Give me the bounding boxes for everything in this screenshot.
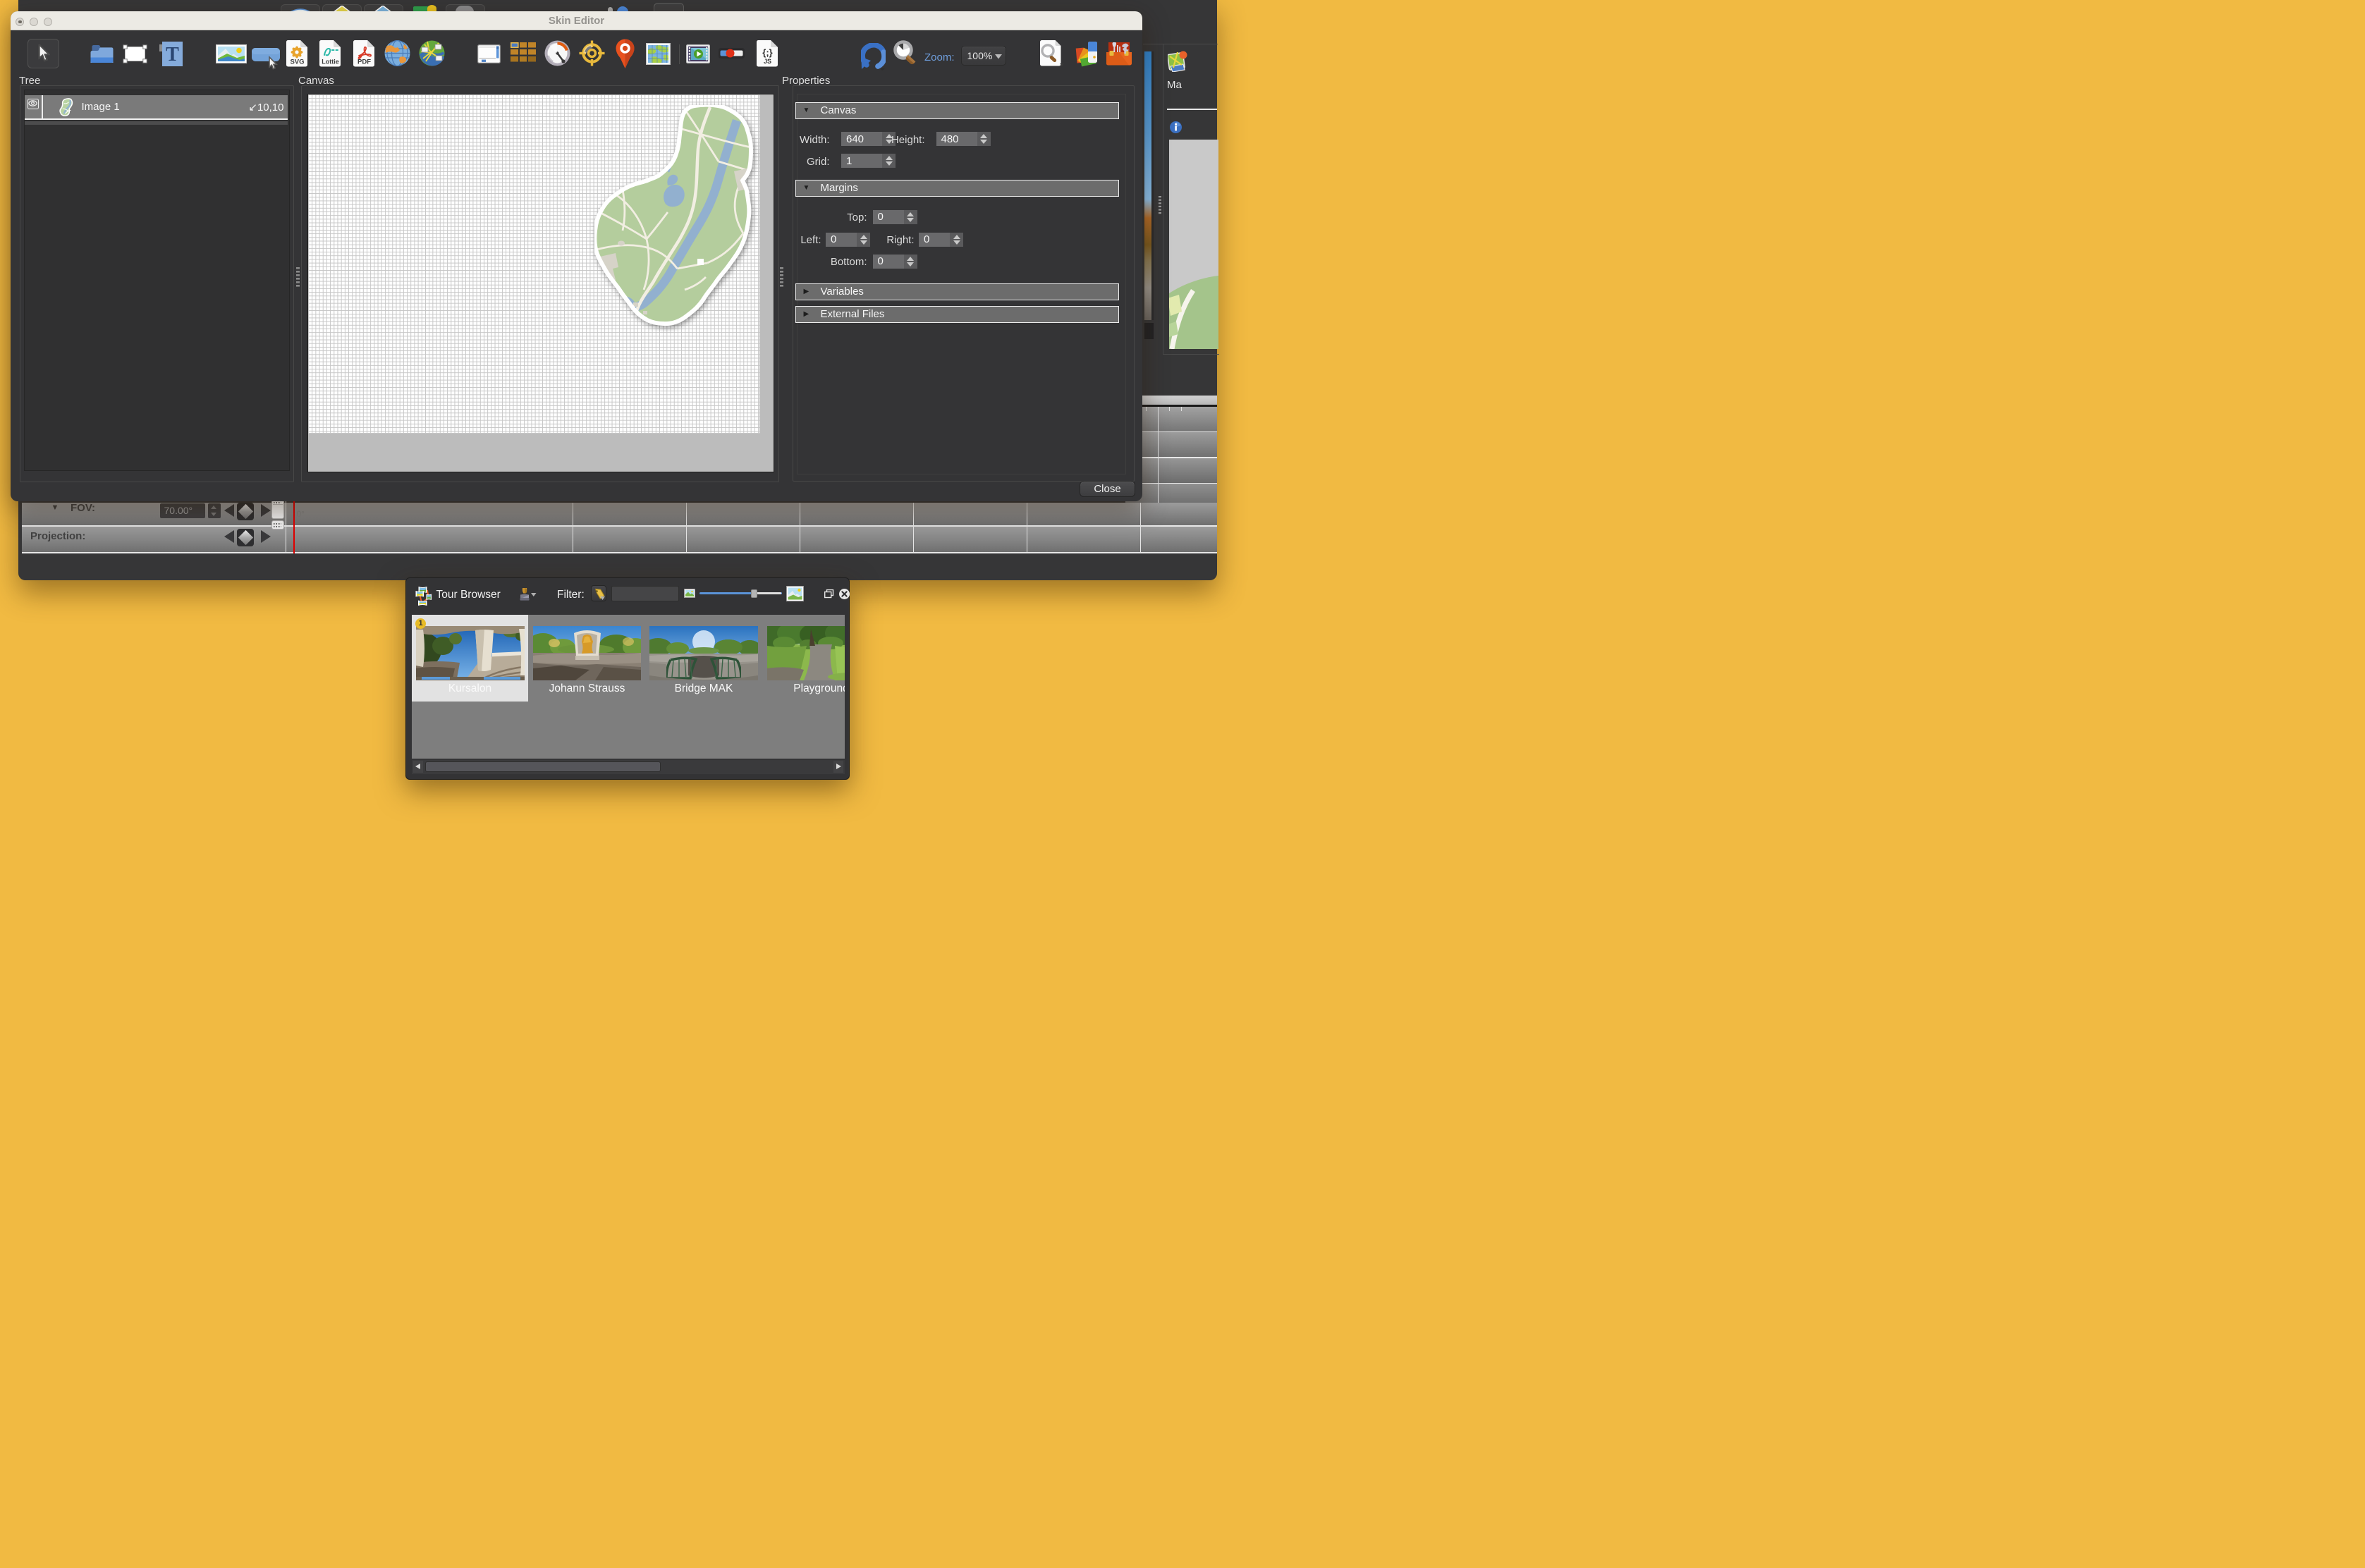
svg-text:{;}: {;} [762, 47, 772, 58]
svg-text:JS: JS [764, 58, 771, 65]
svg-text:Lottie: Lottie [322, 59, 339, 66]
svg-text:T: T [166, 44, 179, 66]
svg-text:SVG: SVG [290, 59, 304, 66]
svg-text:PDF: PDF [358, 59, 371, 66]
